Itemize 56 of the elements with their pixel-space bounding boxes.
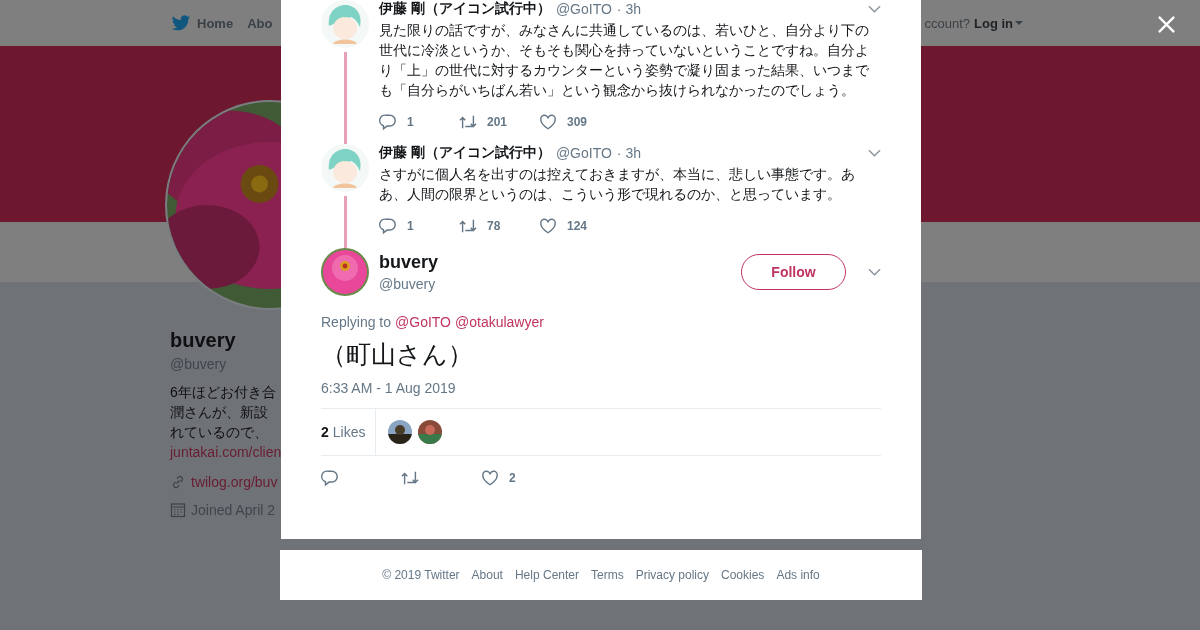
heart-icon[interactable] (481, 469, 499, 487)
chevron-icon[interactable] (868, 149, 881, 157)
bio-text: れているので、 (170, 423, 269, 442)
reply-count: 1 (407, 115, 414, 129)
author-handle: @buvery (379, 276, 437, 292)
profile-name: buvery (170, 329, 237, 352)
tweet-timestamp: 6:33 AM - 1 Aug 2019 (321, 380, 457, 396)
bio-text: 6年ほどお付き合 (170, 383, 277, 402)
footer-link[interactable]: Ads info (776, 568, 820, 582)
reply-icon[interactable] (379, 113, 397, 131)
chevron-icon[interactable] (868, 5, 881, 13)
nav-link[interactable]: Home (171, 14, 234, 32)
bird-icon (171, 14, 191, 32)
reply-icon[interactable] (379, 217, 397, 235)
author-name[interactable]: 伊藤 剛（アイコン試行中） (379, 0, 551, 18)
tweet-time[interactable]: · 3h (616, 1, 641, 17)
tweet-text: （町山さん） (321, 339, 474, 370)
link-icon (170, 474, 186, 490)
author-name[interactable]: buvery (379, 252, 731, 273)
replying-label: Replying to (321, 314, 392, 330)
calendar-icon (170, 502, 186, 518)
like-count: 2 (509, 471, 516, 485)
bio-text: 潤さんが、新設 (170, 403, 269, 422)
login-link[interactable]: Log in (974, 15, 1023, 31)
reply-icon[interactable] (321, 469, 339, 487)
retweet-icon[interactable] (459, 113, 477, 131)
retweet-icon[interactable] (459, 217, 477, 235)
tweet-text: さすがに個人名を出すのは控えておきますが、本当に、悲しい事態です。ああ、人間の限界というのは、こういう形で現れるのか、と思っています。 (379, 165, 856, 204)
footer-link[interactable]: Cookies (721, 568, 765, 582)
retweet-count: 78 (487, 219, 501, 233)
tweet-text: 見た限りの話ですが、みなさんに共通しているのは、若いひと、自分より下の世代に冷淡というか、そもそも関心を持っていないということですね。自分より「上」の世代に対するカウンターという姿勢で凝り固まった結果、いつまでも「自分らがいちばん若い」という観念から抜けられなかったのでしょう。 (379, 21, 870, 100)
chevron-icon[interactable] (868, 268, 881, 276)
footer-link[interactable]: About (471, 568, 503, 582)
heart-icon[interactable] (539, 217, 557, 235)
like-count: 124 (567, 219, 588, 233)
mention-link[interactable]: @otakulawyer (455, 314, 544, 330)
like-count: 309 (567, 115, 588, 129)
login-prompt: ccount? (924, 15, 970, 31)
footer-link[interactable]: Privacy policy (635, 568, 709, 582)
follow-button[interactable]: Follow (741, 254, 846, 290)
retweet-count: 201 (487, 115, 508, 129)
tweet-time[interactable]: · 3h (616, 145, 641, 161)
retweet-icon[interactable] (401, 469, 419, 487)
author-handle: @GoITO (555, 145, 612, 161)
reply-count: 1 (407, 219, 414, 233)
thread-line (343, 196, 347, 248)
footer-link[interactable]: © 2019 Twitter (382, 568, 460, 582)
author-handle: @GoITO (555, 1, 612, 17)
footer-link[interactable]: Terms (591, 568, 624, 582)
author-name[interactable]: 伊藤 剛（アイコン試行中） (379, 144, 551, 162)
footer-link[interactable]: Help Center (514, 568, 579, 582)
close-icon[interactable] (1157, 15, 1176, 34)
nav-link[interactable]: Abo (247, 14, 273, 32)
mention-link[interactable]: @GoITO (395, 314, 451, 330)
heart-icon[interactable] (539, 113, 557, 131)
likes-stat[interactable]: 2 Likes (321, 409, 377, 455)
